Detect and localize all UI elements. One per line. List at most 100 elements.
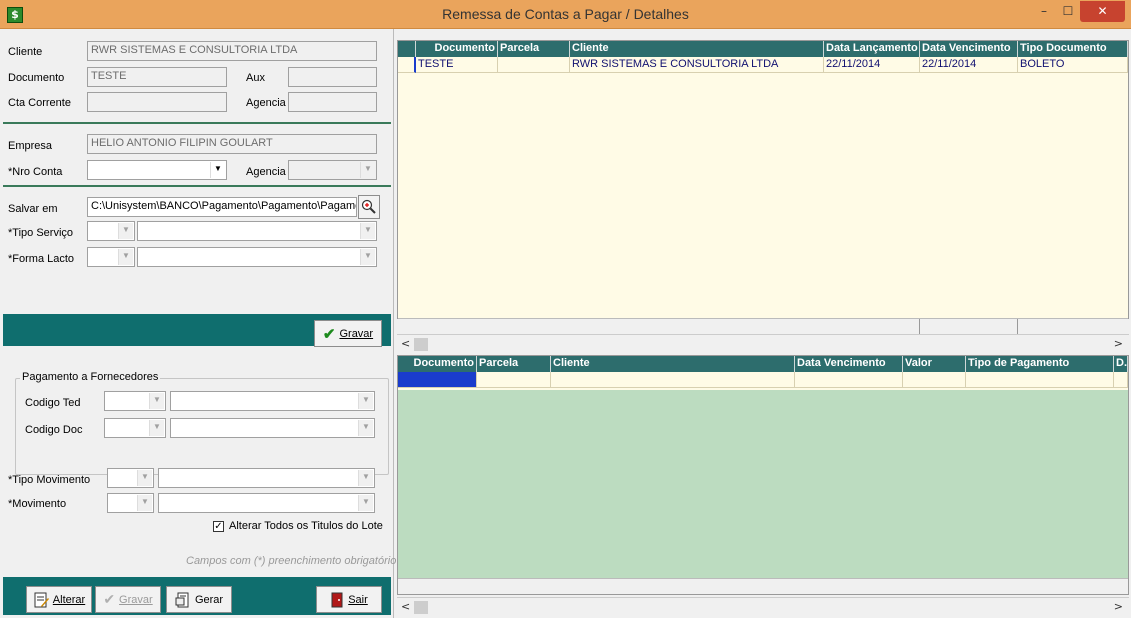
tipo-movimento-code-select[interactable]: ▼: [107, 468, 154, 488]
chevron-down-icon[interactable]: ▼: [118, 249, 133, 265]
codigo-ted-label: Codigo Ted: [25, 397, 81, 409]
gravar-button[interactable]: ✔ Gravar: [314, 320, 382, 347]
row-indicator[interactable]: [398, 57, 416, 73]
chevron-down-icon[interactable]: ▼: [137, 470, 152, 486]
pagamentos-grid: Documento Parcela Cliente Data Venciment…: [397, 355, 1129, 595]
column-header[interactable]: Parcela: [477, 356, 551, 372]
column-header[interactable]: Valor: [903, 356, 966, 372]
chevron-down-icon[interactable]: ▼: [360, 223, 375, 239]
column-header[interactable]: Tipo Documento: [1018, 41, 1128, 57]
alterar-label: Alterar: [52, 593, 86, 606]
gerar-button[interactable]: Gerar: [166, 586, 232, 613]
cliente-field[interactable]: RWR SISTEMAS E CONSULTORIA LTDA: [87, 41, 377, 61]
cell-data-lancamento[interactable]: 22/11/2014: [824, 57, 920, 73]
cell-cliente[interactable]: RWR SISTEMAS E CONSULTORIA LTDA: [570, 57, 824, 73]
column-header[interactable]: Tipo de Pagamento: [966, 356, 1114, 372]
cell-valor[interactable]: [903, 372, 966, 388]
chevron-down-icon[interactable]: ▼: [358, 470, 373, 486]
gravar-footer-button[interactable]: ✔ Gravar: [95, 586, 161, 613]
column-header[interactable]: Documento: [416, 41, 498, 57]
cliente-label: Cliente: [8, 46, 43, 58]
horizontal-scrollbar[interactable]: < >: [397, 334, 1129, 351]
codigo-doc-code-select[interactable]: ▼: [104, 418, 166, 438]
column-header[interactable]: Cliente: [551, 356, 795, 372]
documento-field[interactable]: TESTE: [87, 67, 227, 87]
cell-tipo-documento[interactable]: BOLETO: [1018, 57, 1128, 73]
chevron-left-icon[interactable]: <: [401, 600, 410, 613]
alterar-todos-label: Alterar Todos os Titulos do Lote: [229, 520, 383, 532]
movimento-code-select[interactable]: ▼: [107, 493, 154, 513]
forma-lacto-code-select[interactable]: ▼: [87, 247, 135, 267]
close-button[interactable]: ✕: [1080, 1, 1125, 22]
codigo-ted-desc-select[interactable]: ▼: [170, 391, 375, 411]
chevron-down-icon[interactable]: ▼: [360, 162, 375, 178]
chevron-left-icon[interactable]: <: [401, 337, 410, 350]
codigo-doc-desc-select[interactable]: ▼: [170, 418, 375, 438]
chevron-down-icon[interactable]: ▼: [358, 420, 373, 436]
scroll-thumb[interactable]: [414, 338, 428, 351]
movimento-desc-select[interactable]: ▼: [158, 493, 375, 513]
chevron-down-icon[interactable]: ▼: [358, 495, 373, 511]
cell-d[interactable]: [1114, 372, 1128, 388]
sair-button[interactable]: Sair: [316, 586, 382, 613]
tipo-servico-code-select[interactable]: ▼: [87, 221, 135, 241]
cell-data-vencimento[interactable]: [795, 372, 903, 388]
documento-label: Documento: [8, 72, 65, 84]
chevron-down-icon[interactable]: ▼: [149, 393, 164, 409]
chevron-down-icon[interactable]: ▼: [210, 162, 225, 178]
alterar-button[interactable]: Alterar: [26, 586, 92, 613]
cell-tipo-pagamento[interactable]: [966, 372, 1114, 388]
column-header[interactable]: Data Lançamento: [824, 41, 920, 57]
agencia-field[interactable]: [288, 92, 377, 112]
cell-parcela[interactable]: [477, 372, 551, 388]
aux-field[interactable]: [288, 67, 377, 87]
nro-conta-select[interactable]: ▼: [87, 160, 227, 180]
salvar-em-field[interactable]: C:\Unisystem\BANCO\Pagamento\Pagamento\P…: [87, 197, 357, 217]
chevron-right-icon[interactable]: >: [1114, 600, 1123, 613]
tipo-movimento-desc-select[interactable]: ▼: [158, 468, 375, 488]
column-header[interactable]: Cliente: [570, 41, 824, 57]
column-header[interactable]: Data Vencimento: [795, 356, 903, 372]
minimize-button[interactable]: –: [1032, 1, 1056, 22]
chevron-down-icon[interactable]: ▼: [137, 495, 152, 511]
cell-documento[interactable]: TESTE: [416, 57, 498, 73]
alterar-todos-checkbox[interactable]: ✓: [213, 521, 224, 532]
generate-file-icon: [175, 592, 189, 607]
nro-conta-label: *Nro Conta: [8, 166, 63, 178]
table-row[interactable]: TESTE RWR SISTEMAS E CONSULTORIA LTDA 22…: [398, 57, 1128, 75]
column-header[interactable]: Documento: [398, 356, 477, 372]
codigo-ted-code-select[interactable]: ▼: [104, 391, 166, 411]
sair-label: Sair: [348, 593, 368, 606]
chevron-right-icon[interactable]: >: [1114, 337, 1123, 350]
tipo-servico-label: *Tipo Serviço: [8, 227, 74, 239]
chevron-down-icon[interactable]: ▼: [118, 223, 133, 239]
column-header[interactable]: Data Vencimento: [920, 41, 1018, 57]
row-indicator-header: [398, 41, 416, 57]
titulos-grid: Documento Parcela Cliente Data Lançament…: [397, 40, 1129, 335]
cta-corrente-field[interactable]: [87, 92, 227, 112]
left-panel: Cliente RWR SISTEMAS E CONSULTORIA LTDA …: [0, 29, 396, 618]
empresa-field[interactable]: HELIO ANTONIO FILIPIN GOULART: [87, 134, 377, 154]
chevron-down-icon[interactable]: ▼: [360, 249, 375, 265]
cell-data-vencimento[interactable]: 22/11/2014: [920, 57, 1018, 73]
scroll-thumb[interactable]: [414, 601, 428, 614]
cell-cliente[interactable]: [551, 372, 795, 388]
codigo-doc-label: Codigo Doc: [25, 424, 83, 436]
chevron-down-icon[interactable]: ▼: [358, 393, 373, 409]
gerar-label: Gerar: [194, 593, 224, 606]
chevron-down-icon[interactable]: ▼: [149, 420, 164, 436]
horizontal-scrollbar[interactable]: < >: [397, 597, 1129, 614]
column-header[interactable]: Parcela: [498, 41, 570, 57]
agencia-empresa-select[interactable]: ▼: [288, 160, 377, 180]
forma-lacto-desc-select[interactable]: ▼: [137, 247, 377, 267]
column-header[interactable]: D...: [1114, 356, 1128, 372]
browse-folder-button[interactable]: [358, 195, 380, 219]
cell-parcela[interactable]: [498, 57, 570, 73]
tipo-servico-desc-select[interactable]: ▼: [137, 221, 377, 241]
table-row[interactable]: [398, 372, 1128, 390]
grid-header: Documento Parcela Cliente Data Lançament…: [398, 41, 1128, 57]
cell-documento[interactable]: [398, 372, 477, 388]
exit-door-icon: [331, 592, 343, 607]
maximize-button[interactable]: ☐: [1056, 1, 1080, 22]
footer-cell: [824, 319, 920, 335]
